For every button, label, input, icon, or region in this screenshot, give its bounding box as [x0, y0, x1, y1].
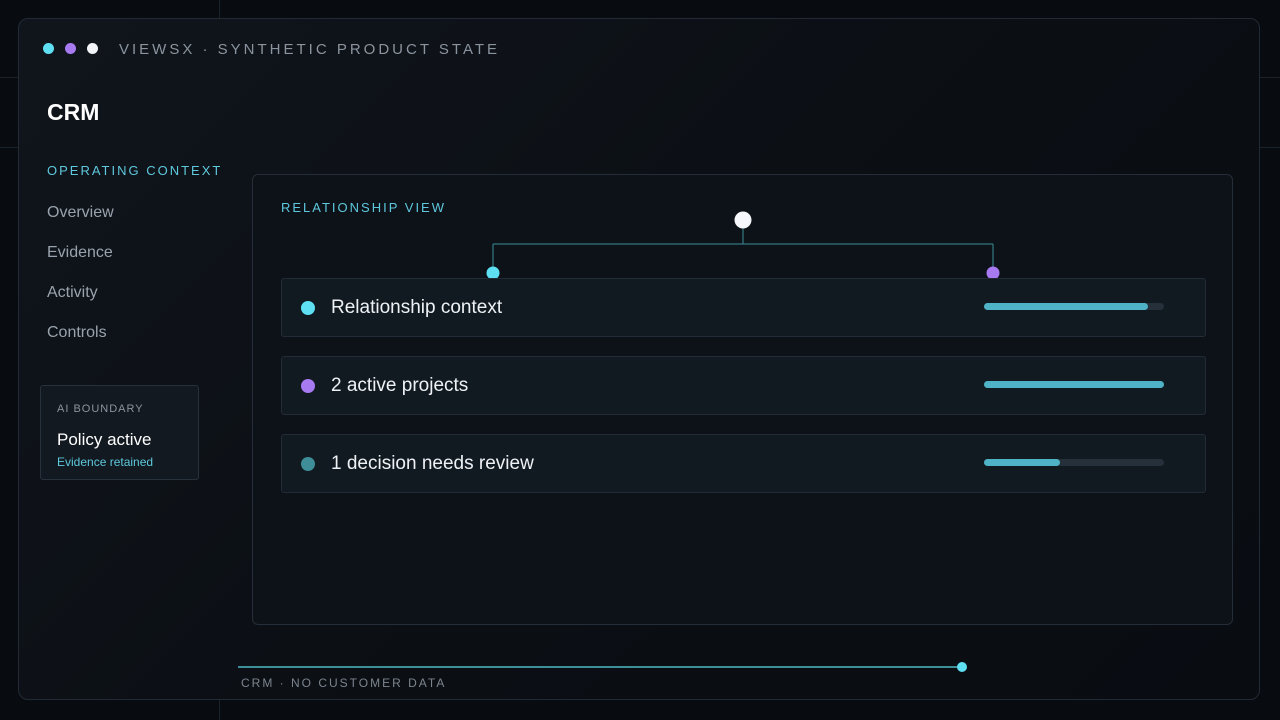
list-item[interactable]: 1 decision needs review — [281, 434, 1206, 493]
window-title: VIEWSX · SYNTHETIC PRODUCT STATE — [119, 41, 501, 58]
progress-bar-fill — [984, 303, 1148, 310]
status-dot — [301, 301, 315, 315]
ai-boundary-subtext: Evidence retained — [57, 455, 154, 469]
sidebar-item-evidence[interactable]: Evidence — [47, 244, 113, 262]
footer-caption: CRM · NO CUSTOMER DATA — [241, 676, 447, 690]
window-dot-purple — [65, 43, 76, 54]
status-dot — [301, 457, 315, 471]
progress-bar-fill — [984, 381, 1164, 388]
list-item-label: 2 active projects — [331, 375, 469, 396]
progress-bar — [984, 303, 1164, 310]
list-item[interactable]: 2 active projects — [281, 356, 1206, 415]
status-dot — [301, 379, 315, 393]
progress-bar-fill — [984, 459, 1060, 466]
sidebar-item-controls[interactable]: Controls — [47, 324, 107, 342]
list-item[interactable]: Relationship context — [281, 278, 1206, 337]
ai-boundary-label: AI BOUNDARY — [57, 403, 144, 415]
sidebar-item-overview[interactable]: Overview — [47, 204, 114, 222]
sidebar-section-label: OPERATING CONTEXT — [47, 163, 223, 178]
ai-boundary-status: Policy active — [57, 430, 152, 449]
sidebar-item-activity[interactable]: Activity — [47, 284, 98, 302]
list-item-label: 1 decision needs review — [331, 453, 534, 474]
app-title: CRM — [47, 99, 100, 125]
list-item-label: Relationship context — [331, 297, 503, 318]
progress-bar — [984, 381, 1164, 388]
ai-boundary-card: AI BOUNDARY Policy active Evidence retai… — [40, 385, 199, 480]
tree-root-node — [734, 211, 752, 229]
app-window: VIEWSX · SYNTHETIC PRODUCT STATE CRM OPE… — [18, 18, 1260, 700]
relationship-tree — [486, 211, 1000, 280]
footer-progress-line — [238, 666, 962, 668]
footer-progress-dot — [957, 662, 967, 672]
window-dot-cyan — [43, 43, 54, 54]
progress-bar — [984, 459, 1164, 466]
relationship-panel: RELATIONSHIP VIEW Relationship context 2… — [252, 174, 1233, 625]
window-dot-white — [87, 43, 98, 54]
